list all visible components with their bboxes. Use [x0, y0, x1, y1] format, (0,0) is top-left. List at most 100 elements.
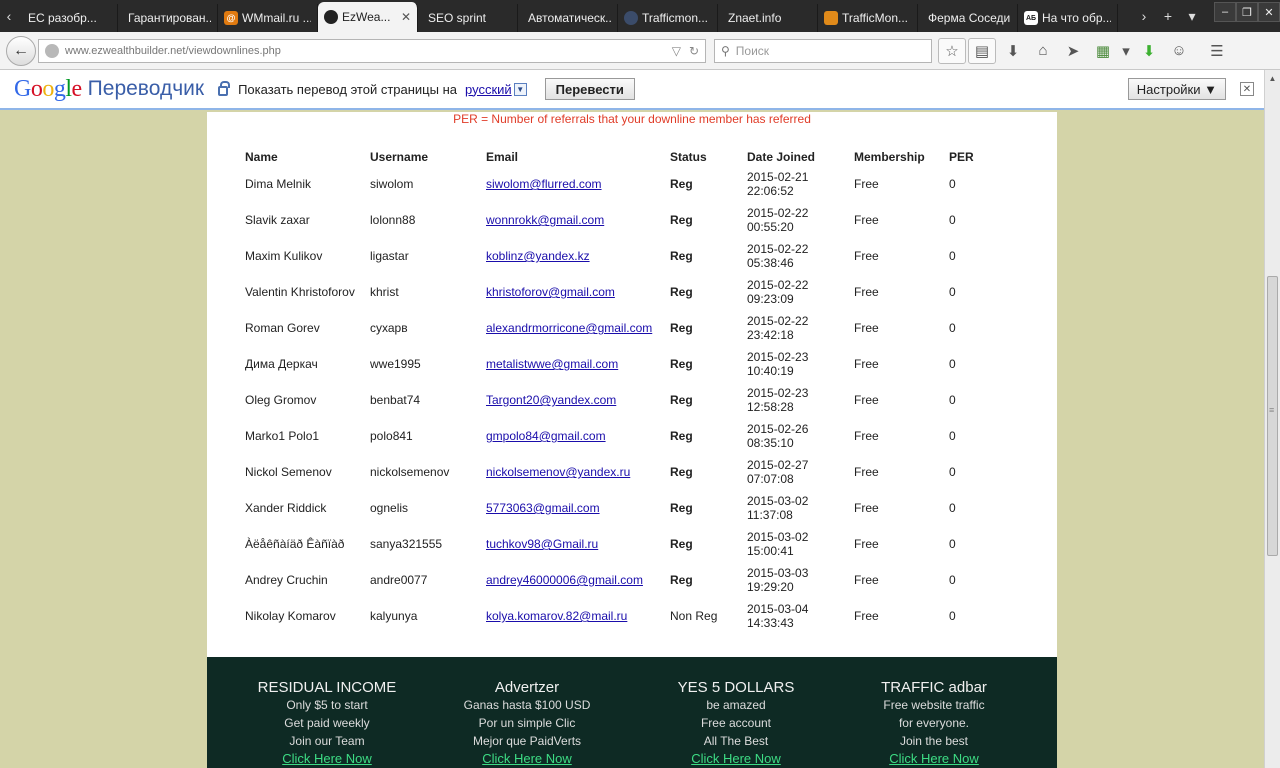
browser-tab[interactable]: Znaet.info [718, 4, 818, 32]
tab-title: Trafficmon... [642, 11, 709, 25]
ad-cta-link[interactable]: Click Here Now [636, 750, 836, 768]
email-link[interactable]: metalistwwe@gmail.com [486, 357, 618, 371]
cell-date: 2015-03-02 11:37:08 [743, 490, 850, 526]
ad-line: Join our Team [289, 734, 365, 748]
scroll-up-icon[interactable]: ▲ [1265, 70, 1280, 86]
new-tab-icon[interactable]: + [1156, 0, 1180, 32]
globe-icon [45, 43, 59, 58]
ad-cta-link[interactable]: Click Here Now [227, 750, 427, 768]
browser-tab[interactable]: Автоматическ... [518, 4, 618, 32]
search-input[interactable]: Поиск [736, 44, 769, 58]
browser-tab[interactable]: Ферма Соседи I [918, 4, 1018, 32]
cell-email: kolya.komarov.82@mail.ru [482, 598, 666, 634]
email-link[interactable]: koblinz@yandex.kz [486, 249, 590, 263]
target-language-link[interactable]: русский [465, 82, 512, 97]
email-link[interactable]: siwolom@flurred.com [486, 177, 602, 191]
cell-email: 5773063@gmail.com [482, 490, 666, 526]
browser-tab[interactable]: Trafficmon... [618, 4, 718, 32]
email-link[interactable]: khristoforov@gmail.com [486, 285, 615, 299]
cell-date: 2015-02-22 09:23:09 [743, 274, 850, 310]
browser-tab[interactable]: TrafficMon... [818, 4, 918, 32]
join-time: 08:35:10 [747, 436, 794, 450]
col-username-header: Username [370, 150, 429, 164]
join-date: 2015-02-23 [747, 386, 809, 400]
col-date-header: Date Joined [747, 150, 816, 164]
join-date: 2015-02-27 [747, 458, 809, 472]
translate-settings-button[interactable]: Настройки ▼ [1127, 78, 1226, 100]
vertical-scrollbar[interactable]: ▲ [1264, 70, 1280, 768]
minimize-icon[interactable]: – [1214, 2, 1236, 22]
extension-dropdown-icon[interactable]: ▾ [1118, 36, 1134, 66]
translate-close-icon[interactable]: ✕ [1240, 82, 1254, 96]
email-link[interactable]: nickolsemenov@yandex.ru [486, 465, 630, 479]
smiley-icon[interactable]: ☺ [1164, 36, 1194, 66]
browser-tab[interactable]: EC разобр... [18, 4, 118, 32]
browser-tab[interactable]: SEO sprint [418, 4, 518, 32]
home-icon[interactable]: ⌂ [1028, 36, 1058, 66]
browser-tab[interactable]: АБ На что обр... [1018, 4, 1118, 32]
share-icon[interactable]: ➤ [1058, 36, 1088, 66]
ad-title: TRAFFIC adbar [881, 679, 987, 696]
search-box[interactable]: ⚲ Поиск [714, 38, 932, 63]
address-bar[interactable]: www.ezwealthbuilder.net/viewdownlines.ph… [38, 38, 706, 63]
reload-icon[interactable]: ↻ [689, 44, 699, 58]
language-dropdown-icon[interactable]: ▼ [513, 82, 527, 96]
cell-date: 2015-03-04 14:33:43 [743, 598, 850, 634]
history-dropdown-icon[interactable]: ▽ [672, 44, 681, 58]
cell-email: tuchkov98@Gmail.ru [482, 526, 666, 562]
email-link[interactable]: kolya.komarov.82@mail.ru [486, 609, 627, 623]
ad-cta-link[interactable]: Click Here Now [427, 750, 627, 768]
cell-username: ognelis [370, 501, 409, 515]
cell-name: Dima Melnik [245, 177, 312, 191]
extension-grid-icon[interactable]: ▦ [1088, 36, 1118, 66]
cell-name: Oleg Gromov [245, 393, 317, 407]
cell-status: Reg [670, 357, 693, 371]
green-download-icon[interactable]: ⬇ [1134, 36, 1164, 66]
close-tab-icon[interactable]: ✕ [401, 10, 411, 24]
cell-status: Reg [670, 537, 693, 551]
close-window-icon[interactable]: ✕ [1258, 2, 1280, 22]
browser-tab[interactable]: @ WMmail.ru ... [218, 4, 318, 32]
table-row: Oleg Gromov benbat74 Targont20@yandex.com R… [241, 382, 1005, 418]
tab-title: Гарантирован... [128, 11, 211, 25]
scrollbar-thumb[interactable] [1267, 276, 1278, 556]
translate-button[interactable]: Перевести [544, 78, 635, 100]
cell-status: Reg [670, 213, 693, 227]
back-button[interactable]: ← [6, 35, 36, 66]
email-link[interactable]: andrey46000006@gmail.com [486, 573, 643, 587]
ad-title: Advertzer [494, 679, 560, 696]
ad-cta-link[interactable]: Click Here Now [834, 750, 1034, 768]
email-link[interactable]: 5773063@gmail.com [486, 501, 600, 515]
browser-tab[interactable]: EzWea... ✕ [318, 2, 418, 32]
tab-list-dropdown-icon[interactable]: ▾ [1180, 0, 1204, 32]
footer-ad-block: YES 5 DOLLARS be amazed Free account All Th… [636, 679, 836, 768]
email-link[interactable]: wonnrokk@gmail.com [486, 213, 604, 227]
cell-username: lolonn88 [370, 213, 416, 227]
email-link[interactable]: Targont20@yandex.com [486, 393, 616, 407]
email-link[interactable]: alexandrmorricone@gmail.com [486, 321, 652, 335]
bookmark-star-icon[interactable]: ☆ [938, 37, 966, 64]
cell-username: nickolsemenov [370, 465, 450, 479]
cell-membership: Free [854, 213, 879, 227]
col-email-header: Email [486, 150, 519, 164]
menu-icon[interactable]: ☰ [1202, 36, 1232, 66]
browser-tab[interactable]: Гарантирован... [118, 4, 218, 32]
cell-name: Andrey Cruchin [245, 573, 328, 587]
cell-membership: Free [854, 573, 879, 587]
tab-scroll-right-icon[interactable]: › [1132, 0, 1156, 32]
footer-ad-block: RESIDUAL INCOME Only $5 to start Get paid … [227, 679, 427, 768]
cell-per: 0 [949, 177, 956, 191]
join-time: 00:55:20 [747, 220, 794, 234]
cell-name: Nickol Semenov [245, 465, 332, 479]
downloads-icon[interactable]: ⬇ [998, 36, 1028, 66]
email-link[interactable]: gmpolo84@gmail.com [486, 429, 606, 443]
tab-strip-controls: › + ▾ – ❐ ✕ [1132, 0, 1280, 32]
cell-date: 2015-02-23 12:58:28 [743, 382, 850, 418]
email-link[interactable]: tuchkov98@Gmail.ru [486, 537, 598, 551]
maximize-icon[interactable]: ❐ [1236, 2, 1258, 22]
reading-list-icon[interactable]: ▤ [968, 37, 996, 64]
table-row: Valentin Khristoforov khrist khristoforov@… [241, 274, 1005, 310]
table-row: Xander Riddick ognelis 5773063@gmail.com Re… [241, 490, 1005, 526]
cell-status: Reg [670, 321, 693, 335]
tab-scroll-left-icon[interactable]: ‹ [0, 0, 18, 32]
